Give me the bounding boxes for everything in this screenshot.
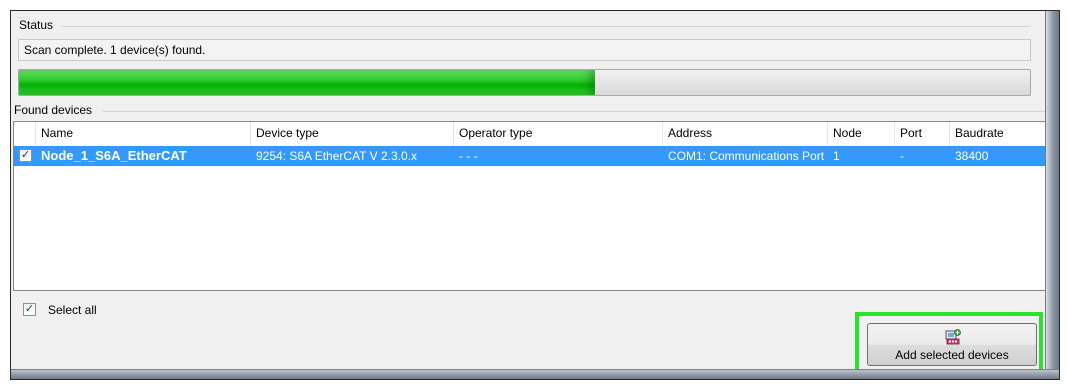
column-header-name[interactable]: Name [36,122,251,146]
scan-progress-bar [18,69,1031,96]
device-port: - [900,149,904,163]
operator-type: - - - [459,149,478,163]
add-device-icon [945,329,961,345]
status-message-box: Scan complete. 1 device(s) found. [18,39,1031,61]
device-baudrate: 38400 [955,149,989,163]
column-header-operator-type[interactable]: Operator type [454,122,663,146]
table-header: Name Device type Operator type Address N… [14,122,1045,147]
status-group-divider [61,26,1031,27]
column-header-address[interactable]: Address [663,122,828,146]
add-selected-devices-button[interactable]: Add selected devices [867,323,1037,366]
status-message: Scan complete. 1 device(s) found. [24,43,206,57]
select-all-label[interactable]: Select all [48,303,97,317]
device-name: Node_1_S6A_EtherCAT [41,148,187,163]
window-right-edge [1045,11,1059,379]
scan-devices-window: Status Scan complete. 1 device(s) found.… [10,10,1060,380]
column-header-node[interactable]: Node [828,122,895,146]
device-type: 9254: S6A EtherCAT V 2.3.0.x [256,149,417,163]
table-row[interactable]: ✓ Node_1_S6A_EtherCAT 9254: S6A EtherCAT… [14,146,1045,166]
status-group-label: Status [19,18,54,32]
column-header-baudrate[interactable]: Baudrate [950,122,1045,146]
header-checkbox-column [14,122,36,146]
add-selected-devices-label: Add selected devices [895,348,1009,362]
column-header-device-type[interactable]: Device type [251,122,454,146]
found-devices-table[interactable]: Name Device type Operator type Address N… [13,121,1046,291]
found-devices-group-label: Found devices [14,103,93,117]
device-address: COM1: Communications Port [668,149,825,163]
screenshot-stage: Status Scan complete. 1 device(s) found.… [0,0,1067,392]
device-node: 1 [833,149,840,163]
scan-progress-fill [19,70,596,95]
window-bottom-edge [11,369,1059,379]
column-header-port[interactable]: Port [895,122,950,146]
found-devices-divider [103,111,1047,112]
row-checkbox[interactable]: ✓ [19,149,32,162]
select-all-checkbox[interactable]: ✓ [23,303,36,316]
